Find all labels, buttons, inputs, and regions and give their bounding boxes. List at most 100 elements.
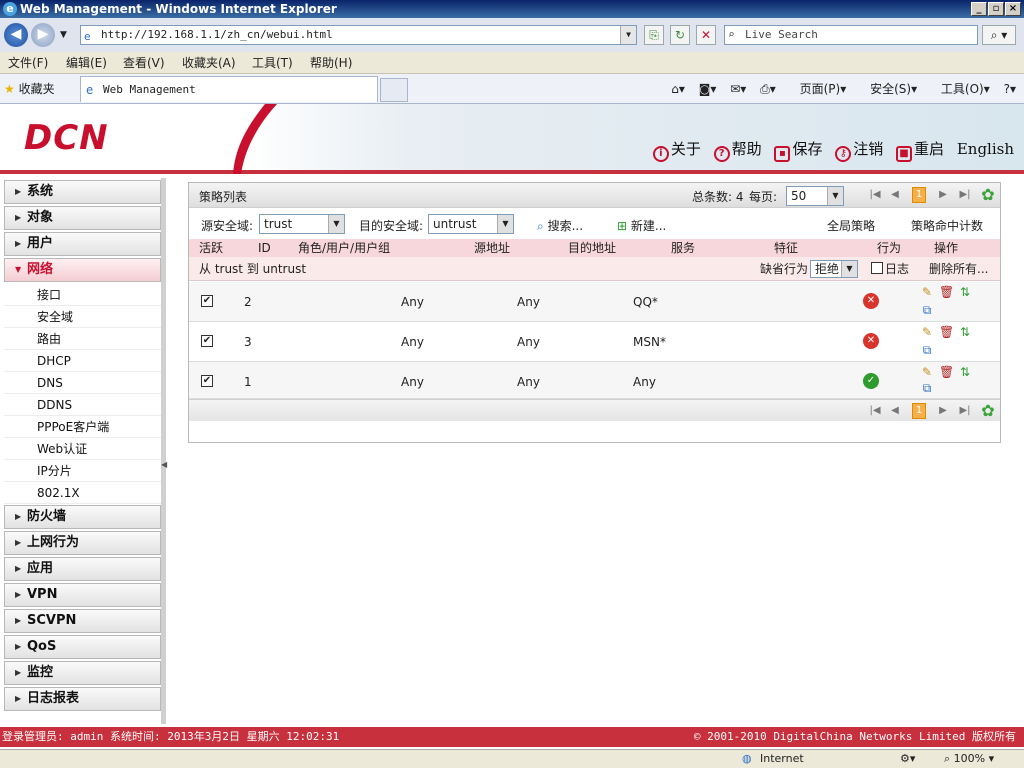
sidebar-group-network[interactable]: ▼ 网络 [4,258,161,282]
close-window-button[interactable]: × [1005,2,1021,16]
menu-edit[interactable]: 编辑(E) [66,52,107,74]
first-page-icon[interactable]: |◀ [865,185,885,205]
copy-icon[interactable]: ⧉ [920,343,934,357]
search-link[interactable]: ⌕ 搜索... [537,217,583,234]
log-checkbox[interactable] [871,262,883,274]
refresh-icon[interactable]: ✿ [978,185,998,205]
sidebar-group-application[interactable]: ▶ 应用 [4,557,161,581]
zoom-control[interactable]: ⌕ 100% ▾ [944,750,994,768]
favorites-button[interactable]: ★ 收藏夹 [4,80,55,97]
save-link[interactable]: ▪ 保存 [774,138,822,162]
move-icon[interactable]: ⇅ [958,365,972,379]
sidebar-group-system[interactable]: ▶ 系统 [4,180,161,204]
menu-file[interactable]: 文件(F) [8,52,48,74]
refresh-icon[interactable]: ✿ [978,401,998,421]
copy-icon[interactable]: ⧉ [920,381,934,395]
sidebar-item-ddns[interactable]: DDNS [4,394,161,416]
sidebar-group-internet-behavior[interactable]: ▶ 上网行为 [4,531,161,555]
menu-view[interactable]: 查看(V) [123,52,165,74]
prev-page-icon[interactable]: ◀ [885,401,905,421]
new-policy-link[interactable]: ⊞ 新建... [617,217,666,234]
address-dropdown-icon[interactable]: ▼ [620,26,636,44]
print-icon[interactable]: ⎙▾ [760,82,776,96]
new-tab-button[interactable] [380,78,408,102]
history-dropdown-icon[interactable]: ▼ [60,30,67,40]
global-policy-link[interactable]: 全局策略 [827,217,875,234]
about-link[interactable]: i 关于 [652,138,701,162]
sidebar-item-8021x[interactable]: 802.1X [4,482,161,504]
forward-button[interactable]: ▶ [31,23,55,47]
sidebar-group-log-report[interactable]: ▶ 日志报表 [4,687,161,711]
back-button[interactable]: ◀ [4,23,28,47]
sidebar-item-dhcp[interactable]: DHCP [4,350,161,372]
active-checkbox[interactable]: ✔ [201,295,213,307]
sidebar-item-ip-fragment[interactable]: IP分片 [4,460,161,482]
stop-icon[interactable]: ✕ [696,25,716,45]
active-checkbox[interactable]: ✔ [201,375,213,387]
logout-link[interactable]: ⚷ 注销 [835,138,883,162]
address-text: http://192.168.1.1/zh_cn/webui.html [101,28,333,41]
sidebar-item-pppoe-client[interactable]: PPPoE客户端 [4,416,161,438]
help-link[interactable]: ? 帮助 [713,138,762,162]
address-input[interactable]: e http://192.168.1.1/zh_cn/webui.html ▼ [80,25,637,45]
first-page-icon[interactable]: |◀ [865,401,885,421]
last-page-icon[interactable]: ▶| [955,185,975,205]
browser-tab[interactable]: e Web Management [80,76,378,102]
move-icon[interactable]: ⇅ [958,325,972,339]
prev-page-icon[interactable]: ◀ [885,185,905,205]
home-icon[interactable]: ⌂▾ [671,82,685,96]
sidebar-group-user[interactable]: ▶ 用户 [4,232,161,256]
current-page[interactable]: 1 [912,403,926,419]
sidebar-group-firewall[interactable]: ▶ 防火墙 [4,505,161,529]
next-page-icon[interactable]: ▶ [933,401,953,421]
menu-favorites[interactable]: 收藏夹(A) [182,52,236,74]
page-menu[interactable]: 页面(P)▾ [790,82,847,96]
refresh-icon[interactable]: ↻ [670,25,690,45]
delete-icon[interactable]: 🗑 [939,325,954,339]
sidebar-collapse-handle[interactable]: ◀ [161,460,167,478]
safety-menu[interactable]: 安全(S)▾ [860,82,917,96]
sidebar-item-interface[interactable]: 接口 [4,284,161,306]
help-icon[interactable]: ?▾ [1004,82,1016,96]
default-action-select[interactable]: 拒绝 ▼ [810,260,858,278]
maximize-button[interactable]: ▫ [988,2,1004,16]
hit-counter-link[interactable]: 策略命中计数 [911,217,983,234]
key-icon: ⚷ [835,146,852,162]
reboot-link[interactable]: ■ 重启 [896,138,944,162]
sidebar-item-routing[interactable]: 路由 [4,328,161,350]
menu-tools[interactable]: 工具(T) [252,52,293,74]
sidebar-item-web-auth[interactable]: Web认证 [4,438,161,460]
dst-zone-select[interactable]: untrust ▼ [428,214,514,234]
menu-help[interactable]: 帮助(H) [310,52,352,74]
sidebar-group-object[interactable]: ▶ 对象 [4,206,161,230]
delete-icon[interactable]: 🗑 [939,285,954,299]
delete-icon[interactable]: 🗑 [939,365,954,379]
edit-icon[interactable]: ✎ [920,325,934,339]
sidebar-group-vpn[interactable]: ▶ VPN [4,583,161,607]
edit-icon[interactable]: ✎ [920,365,934,379]
copy-icon[interactable]: ⧉ [920,303,934,317]
live-search-input[interactable]: ⌕ Live Search [724,25,978,45]
feeds-icon[interactable]: ◙▾ [699,82,717,96]
tools-menu[interactable]: 工具(O)▾ [931,82,990,96]
delete-all-link[interactable]: 删除所有... [929,257,988,281]
sidebar-item-security-zone[interactable]: 安全域 [4,306,161,328]
sidebar-group-qos[interactable]: ▶ QoS [4,635,161,659]
english-link[interactable]: English [957,140,1014,158]
sidebar-item-dns[interactable]: DNS [4,372,161,394]
per-page-select[interactable]: 50 ▼ [786,186,844,206]
compat-view-icon[interactable]: ⎘ [644,25,664,45]
active-checkbox[interactable]: ✔ [201,335,213,347]
src-zone-select[interactable]: trust ▼ [259,214,345,234]
sidebar-group-monitor[interactable]: ▶ 监控 [4,661,161,685]
move-icon[interactable]: ⇅ [958,285,972,299]
current-page[interactable]: 1 [912,187,926,203]
sidebar-group-scvpn[interactable]: ▶ SCVPN [4,609,161,633]
mail-icon[interactable]: ✉▾ [730,82,746,96]
edit-icon[interactable]: ✎ [920,285,934,299]
next-page-icon[interactable]: ▶ [933,185,953,205]
minimize-button[interactable]: _ [971,2,987,16]
last-page-icon[interactable]: ▶| [955,401,975,421]
search-go-button[interactable]: ⌕ ▾ [982,25,1016,45]
protected-mode-icon[interactable]: ⚙▾ [900,750,915,768]
